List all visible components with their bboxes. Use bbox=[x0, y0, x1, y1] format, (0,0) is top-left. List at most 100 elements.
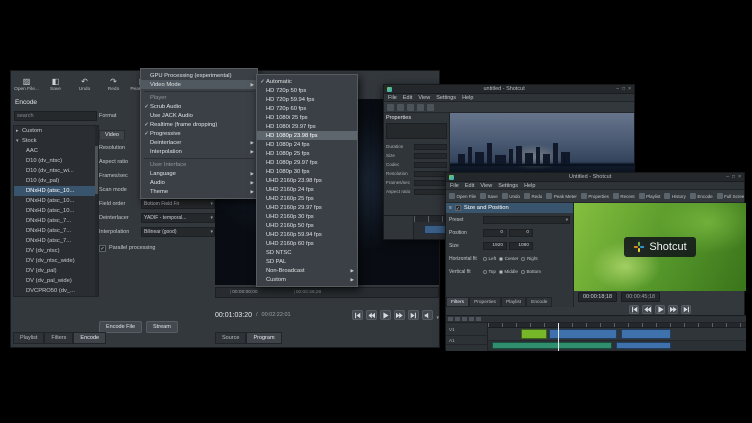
track-head[interactable]: A1 bbox=[446, 336, 487, 345]
menu-entry[interactable]: File bbox=[450, 183, 459, 189]
menu-item[interactable]: Audio bbox=[141, 178, 257, 187]
fast-forward-button[interactable] bbox=[394, 310, 405, 320]
tab-video[interactable]: Video bbox=[99, 130, 125, 139]
paste-icon[interactable] bbox=[469, 317, 474, 321]
menu-item[interactable]: Deinterlacer bbox=[141, 138, 257, 147]
comments-field[interactable] bbox=[386, 123, 447, 139]
preset-tree-item[interactable]: DNxHD (atsc_10... bbox=[14, 196, 98, 206]
toolbar-button[interactable]: Peak Meter bbox=[546, 193, 577, 199]
menu-entry[interactable]: Edit bbox=[403, 95, 412, 101]
current-timecode[interactable]: 00:01:03:20 bbox=[215, 312, 252, 319]
submenu-item[interactable]: UHD 2160p 23.98 fps bbox=[257, 176, 357, 185]
preset-tree-item[interactable]: D10 (dv_pal) bbox=[14, 176, 98, 186]
cut-icon[interactable] bbox=[455, 317, 460, 321]
submenu-item[interactable]: SD NTSC bbox=[257, 248, 357, 257]
dock-tab[interactable]: Properties bbox=[469, 297, 501, 307]
menu-entry[interactable]: View bbox=[418, 95, 430, 101]
dock-tab[interactable]: Filters bbox=[44, 332, 73, 344]
submenu-item[interactable]: Non-Broadcast bbox=[257, 266, 357, 275]
preset-tree-item[interactable]: DNxHD (atsc_10... bbox=[14, 186, 98, 196]
submenu-item[interactable]: HD 1080p 24 fps bbox=[257, 140, 357, 149]
menu-item[interactable]: Use JACK Audio bbox=[141, 111, 257, 120]
submenu-item[interactable]: UHD 2160p 30 fps bbox=[257, 212, 357, 221]
volume-button[interactable] bbox=[422, 310, 433, 320]
submenu-item[interactable]: HD 1080p 23.98 fps bbox=[257, 131, 357, 140]
window-control-icon[interactable]: – bbox=[726, 174, 729, 180]
toolbar-button[interactable]: Encode bbox=[690, 193, 713, 199]
size-width-field[interactable]: 1920 bbox=[483, 242, 507, 250]
menu-item[interactable]: Player bbox=[141, 93, 257, 102]
dock-tab[interactable]: Encode bbox=[526, 297, 552, 307]
menu-entry[interactable]: View bbox=[480, 183, 492, 189]
toolbar-button[interactable]: ▨ Open File... bbox=[13, 73, 40, 96]
preset-tree-item[interactable]: DV (dv_ntsc) bbox=[14, 246, 98, 256]
property-value-field[interactable] bbox=[414, 180, 447, 186]
rewind-button[interactable] bbox=[366, 310, 377, 320]
dock-tab[interactable]: Encode bbox=[73, 332, 106, 344]
dock-tab[interactable]: Filters bbox=[446, 297, 469, 307]
preset-tree-item[interactable]: DNxHD (atsc_7... bbox=[14, 216, 98, 226]
valign-radio[interactable]: Top bbox=[483, 269, 496, 274]
dock-tab[interactable]: Playlist bbox=[13, 332, 44, 344]
timeline-clip[interactable] bbox=[621, 329, 671, 339]
menu-item[interactable]: Scrub Audio bbox=[141, 102, 257, 111]
preset-tree-item[interactable]: AAC bbox=[14, 146, 98, 156]
skip-to-end-button[interactable] bbox=[681, 305, 691, 314]
menu-item[interactable]: GPU Processing (experimental) bbox=[141, 71, 257, 80]
peak-meter-icon[interactable] bbox=[427, 104, 434, 111]
halign-radio[interactable]: Center bbox=[499, 256, 518, 261]
preset-tree-item[interactable]: DV (dv_ntsc_wide) bbox=[14, 256, 98, 266]
preset-tree-item[interactable]: D10 (dv_ntsc) bbox=[14, 156, 98, 166]
valign-radio[interactable]: Bottom bbox=[521, 269, 541, 274]
submenu-item[interactable]: HD 720p 60 fps bbox=[257, 104, 357, 113]
halign-radio[interactable]: Right bbox=[521, 256, 537, 261]
toolbar-button[interactable]: Redo bbox=[524, 193, 542, 199]
selected-filter-row[interactable]: Size and Position bbox=[446, 203, 573, 213]
total-timecode[interactable]: 00:00:45;18 bbox=[621, 292, 660, 302]
position-y-field[interactable]: 0 bbox=[509, 229, 533, 237]
submenu-item[interactable]: Automatic bbox=[257, 77, 357, 86]
toolbar-button[interactable]: ↷ Redo bbox=[100, 73, 127, 96]
toolbar-button[interactable]: History bbox=[664, 193, 686, 199]
toolbar-button[interactable]: Playlist bbox=[639, 193, 661, 199]
menu-item[interactable]: Video Mode bbox=[141, 80, 257, 89]
menu-entry[interactable]: Edit bbox=[465, 183, 474, 189]
menu-item[interactable]: Realtime (frame dropping) bbox=[141, 120, 257, 129]
save-icon[interactable] bbox=[397, 104, 404, 111]
timeline-clip[interactable] bbox=[521, 329, 547, 339]
property-value-field[interactable] bbox=[414, 189, 447, 195]
timeline-menu-icon[interactable] bbox=[448, 317, 453, 321]
menu-entry[interactable]: Help bbox=[462, 95, 473, 101]
menu-item[interactable]: User Interface bbox=[141, 160, 257, 169]
toolbar-button[interactable]: Full Screen bbox=[717, 193, 744, 199]
titlebar[interactable]: Untitled - Shotcut –□× bbox=[446, 173, 744, 182]
valign-radio[interactable]: Middle bbox=[499, 269, 518, 274]
submenu-item[interactable]: HD 1080p 29.97 fps bbox=[257, 158, 357, 167]
track-head[interactable]: V1 bbox=[446, 323, 487, 336]
menu-item[interactable]: Language bbox=[141, 169, 257, 178]
menu-entry[interactable]: Help bbox=[524, 183, 535, 189]
submenu-item[interactable]: HD 1080i 29.97 fps bbox=[257, 122, 357, 131]
preset-tree-item[interactable]: DV (dv_pal_wide) bbox=[14, 276, 98, 286]
size-height-field[interactable]: 1080 bbox=[509, 242, 533, 250]
stream-button[interactable]: Stream bbox=[146, 321, 178, 333]
toolbar-button[interactable]: ↶ Undo bbox=[71, 73, 98, 96]
toolbar-button[interactable]: Properties bbox=[581, 193, 609, 199]
toolbar-button[interactable]: Undo bbox=[502, 193, 520, 199]
menu-entry[interactable]: Settings bbox=[498, 183, 518, 189]
menu-entry[interactable]: File bbox=[388, 95, 397, 101]
player-tab[interactable]: Program bbox=[246, 332, 281, 344]
timeline-clip[interactable] bbox=[549, 329, 617, 339]
submenu-item[interactable]: SD PAL bbox=[257, 257, 357, 266]
field-combo[interactable]: YADIF - temporal... bbox=[141, 213, 215, 223]
skip-to-start-button[interactable] bbox=[352, 310, 363, 320]
position-x-field[interactable]: 0 bbox=[483, 229, 507, 237]
preset-tree-item[interactable]: D10 (dv_ntsc_wi... bbox=[14, 166, 98, 176]
window-control-icon[interactable]: □ bbox=[732, 174, 735, 180]
volume-caret-icon[interactable] bbox=[436, 306, 439, 324]
property-value-field[interactable] bbox=[414, 171, 447, 177]
submenu-item[interactable]: HD 1080i 25 fps bbox=[257, 113, 357, 122]
player-tab[interactable]: Source bbox=[215, 332, 246, 344]
field-combo[interactable]: Bottom Field Fir bbox=[141, 199, 215, 209]
submenu-item[interactable]: UHD 2160p 59.94 fps bbox=[257, 230, 357, 239]
